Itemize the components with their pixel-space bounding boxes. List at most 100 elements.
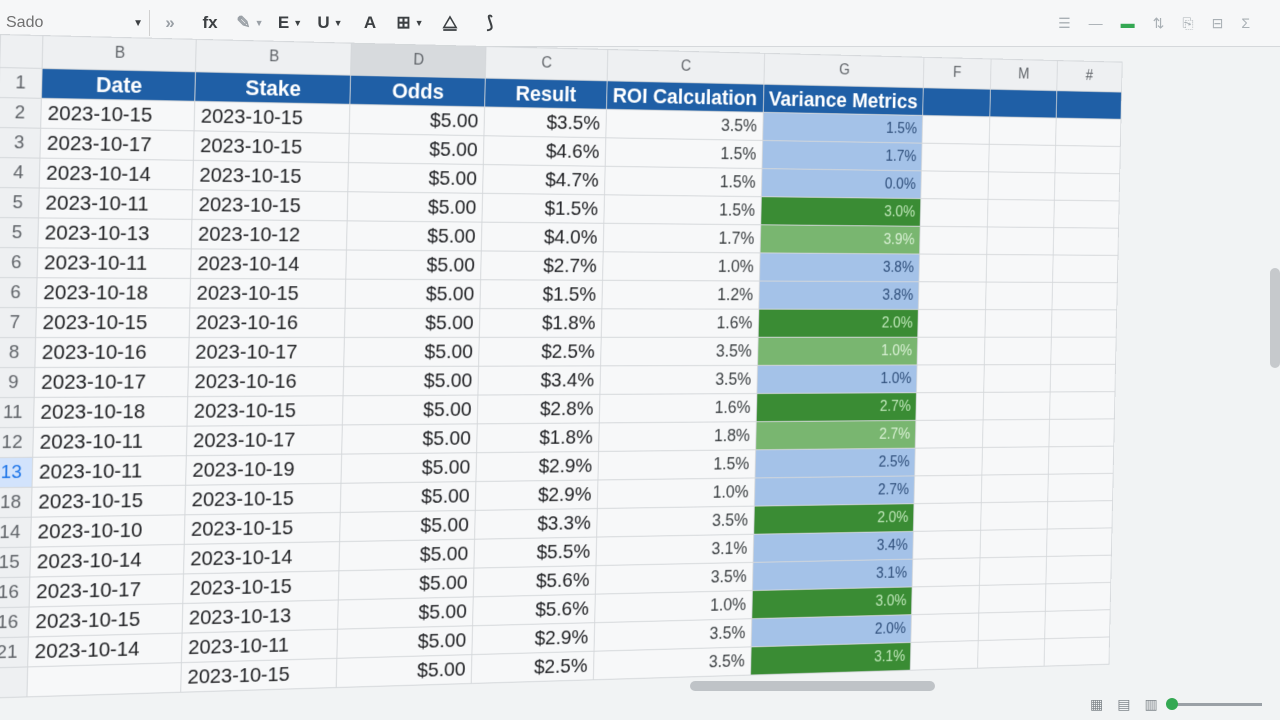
- roi-cell[interactable]: 1.5%: [603, 194, 761, 225]
- date-cell[interactable]: 2023-10-14: [39, 158, 194, 190]
- variance-cell[interactable]: 3.8%: [759, 252, 920, 282]
- result-cell[interactable]: $2.9%: [475, 451, 599, 482]
- empty-cell[interactable]: [1046, 527, 1112, 557]
- variance-cell[interactable]: 3.0%: [760, 196, 921, 227]
- header-cell[interactable]: Stake: [195, 71, 351, 105]
- result-cell[interactable]: $5.6%: [472, 594, 596, 626]
- page-layout-icon[interactable]: ▤: [1117, 696, 1130, 713]
- row-number[interactable]: 4: [0, 157, 41, 189]
- roi-cell[interactable]: 3.5%: [593, 618, 752, 652]
- stake-cell[interactable]: 2023-10-15: [180, 658, 338, 693]
- date-cell[interactable]: [27, 662, 182, 697]
- empty-cell[interactable]: [913, 502, 981, 532]
- empty-cell[interactable]: [984, 309, 1052, 338]
- variance-cell[interactable]: 3.0%: [751, 586, 913, 619]
- odds-cell[interactable]: $5.00: [345, 249, 482, 280]
- empty-cell[interactable]: [916, 364, 984, 393]
- empty-cell[interactable]: [920, 198, 988, 227]
- horizontal-scrollbar[interactable]: [690, 681, 935, 691]
- empty-cell[interactable]: [1047, 473, 1114, 502]
- result-cell[interactable]: $4.6%: [483, 135, 606, 167]
- result-cell[interactable]: $3.4%: [477, 365, 601, 396]
- empty-cell[interactable]: [915, 419, 983, 449]
- variance-cell[interactable]: 1.5%: [762, 112, 923, 144]
- row-number[interactable]: 15: [0, 547, 31, 578]
- empty-cell[interactable]: [911, 612, 979, 643]
- select-all-corner[interactable]: [0, 34, 44, 69]
- empty-cell[interactable]: [920, 170, 989, 200]
- odds-cell[interactable]: $5.00: [339, 539, 475, 571]
- empty-cell[interactable]: [980, 474, 1049, 503]
- result-cell[interactable]: $3.3%: [474, 508, 598, 540]
- stake-cell[interactable]: 2023-10-12: [191, 219, 348, 250]
- borders-icon[interactable]: ⊞ ▼: [393, 9, 427, 37]
- stake-cell[interactable]: 2023-10-15: [193, 130, 350, 163]
- empty-cell[interactable]: [910, 640, 978, 671]
- empty-cell[interactable]: [921, 143, 989, 172]
- empty-cell[interactable]: [912, 530, 981, 560]
- column-header[interactable]: M: [990, 58, 1058, 91]
- zoom-slider-handle[interactable]: [1165, 698, 1178, 710]
- variance-cell[interactable]: 3.9%: [759, 224, 921, 255]
- result-cell[interactable]: $2.5%: [471, 651, 594, 684]
- date-cell[interactable]: 2023-10-14: [27, 633, 183, 667]
- roi-cell[interactable]: 1.7%: [602, 223, 761, 253]
- empty-cell[interactable]: [1048, 446, 1114, 475]
- empty-cell[interactable]: [914, 475, 982, 504]
- date-cell[interactable]: 2023-10-11: [38, 188, 193, 220]
- variance-cell[interactable]: 3.1%: [750, 642, 912, 676]
- row-number[interactable]: 16: [0, 577, 31, 608]
- date-cell[interactable]: 2023-10-15: [31, 485, 186, 518]
- result-cell[interactable]: $1.8%: [479, 308, 602, 338]
- empty-cell[interactable]: [979, 556, 1047, 586]
- date-cell[interactable]: 2023-10-18: [36, 277, 191, 308]
- row-number[interactable]: 5: [0, 217, 39, 248]
- grid-view-icon[interactable]: ▦: [1090, 696, 1103, 713]
- result-cell[interactable]: $2.5%: [478, 337, 601, 367]
- variance-cell[interactable]: 2.0%: [753, 503, 915, 535]
- stake-cell[interactable]: 2023-10-17: [186, 424, 343, 456]
- column-header[interactable]: B: [195, 39, 352, 76]
- roi-cell[interactable]: 1.5%: [604, 137, 763, 169]
- empty-cell[interactable]: [1052, 227, 1119, 256]
- stake-cell[interactable]: 2023-10-15: [190, 278, 346, 309]
- date-cell[interactable]: 2023-10-17: [29, 573, 184, 608]
- header-cell[interactable]: Variance Metrics: [762, 84, 924, 116]
- odds-cell[interactable]: $5.00: [341, 452, 477, 484]
- row-number[interactable]: 6: [0, 277, 38, 308]
- roi-cell[interactable]: 3.5%: [595, 562, 753, 595]
- date-cell[interactable]: 2023-10-15: [40, 98, 196, 131]
- empty-cell[interactable]: [915, 392, 984, 421]
- roi-cell[interactable]: 1.8%: [598, 421, 756, 452]
- variance-cell[interactable]: 0.0%: [760, 168, 922, 199]
- odds-cell[interactable]: $5.00: [336, 654, 472, 688]
- row-number[interactable]: 7: [0, 307, 37, 338]
- variance-cell[interactable]: 1.0%: [757, 337, 918, 366]
- vertical-scrollbar[interactable]: [1270, 268, 1280, 368]
- insert-link-icon[interactable]: ⎘: [1182, 15, 1193, 32]
- variance-cell[interactable]: 2.7%: [755, 392, 917, 422]
- empty-cell[interactable]: [1044, 609, 1111, 639]
- empty-cell[interactable]: [989, 89, 1057, 119]
- stake-cell[interactable]: 2023-10-15: [187, 395, 344, 427]
- text-wrap-icon[interactable]: ▬: [1121, 15, 1135, 32]
- roi-cell[interactable]: 1.0%: [594, 590, 753, 623]
- stake-cell[interactable]: 2023-10-11: [181, 629, 338, 663]
- odds-cell[interactable]: $5.00: [338, 568, 474, 600]
- date-cell[interactable]: 2023-10-15: [35, 307, 191, 338]
- variance-cell[interactable]: 2.7%: [753, 475, 915, 507]
- empty-cell[interactable]: [1049, 364, 1116, 392]
- stake-cell[interactable]: 2023-10-15: [194, 101, 351, 134]
- row-number[interactable]: 6: [0, 247, 39, 278]
- empty-cell[interactable]: [988, 116, 1056, 146]
- date-cell[interactable]: 2023-10-11: [33, 426, 188, 458]
- column-header[interactable]: F: [923, 57, 991, 90]
- result-cell[interactable]: $5.5%: [473, 537, 597, 569]
- header-cell[interactable]: Odds: [350, 75, 486, 107]
- empty-cell[interactable]: [988, 144, 1056, 173]
- stake-cell[interactable]: 2023-10-15: [192, 189, 348, 221]
- date-cell[interactable]: 2023-10-18: [33, 396, 188, 428]
- stake-cell[interactable]: 2023-10-15: [185, 483, 342, 515]
- empty-cell[interactable]: [977, 611, 1045, 641]
- result-cell[interactable]: $2.8%: [477, 394, 600, 424]
